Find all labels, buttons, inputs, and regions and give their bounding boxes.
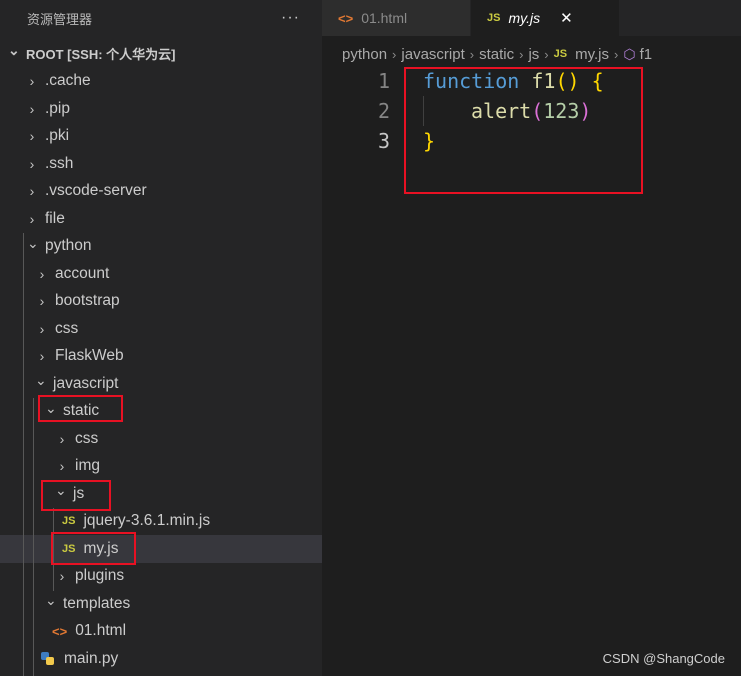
tree-item-label: css (55, 319, 79, 337)
chevron-right-icon: › (29, 183, 35, 200)
tree-item-label: .ssh (45, 154, 74, 172)
tree-item-label: .vscode-server (45, 182, 147, 200)
file-tree: ⌄ ROOT [SSH: 个人华为云] › .cache › .pip › .p… (0, 40, 322, 673)
tree-item-jquery[interactable]: JS jquery-3.6.1.min.js (0, 508, 322, 536)
chevron-down-icon: ⌄ (8, 42, 20, 59)
tree-item-ssh[interactable]: › .ssh (0, 150, 322, 178)
chevron-right-icon: › (39, 293, 45, 310)
editor-tabs: <> 01.html JS my.js ✕ (322, 0, 741, 36)
js-file-icon: JS (487, 12, 501, 24)
tree-item-plugins[interactable]: › plugins (0, 563, 322, 591)
tree-item-javascript[interactable]: ⌄ javascript (0, 370, 322, 398)
chevron-right-icon: › (39, 320, 45, 337)
tree-item-pki[interactable]: › .pki (0, 123, 322, 151)
watermark: CSDN @ShangCode (602, 651, 725, 666)
line-number: 1 (377, 69, 390, 93)
tab-label: my.js (508, 10, 541, 26)
tree-item-css[interactable]: › css (0, 315, 322, 343)
tree-item-myjs[interactable]: JS my.js (0, 535, 322, 563)
chevron-right-icon: › (392, 46, 397, 62)
tree-root[interactable]: ⌄ ROOT [SSH: 个人华为云] (0, 40, 322, 68)
explorer-title: 资源管理器 (27, 11, 93, 27)
chevron-right-icon: › (59, 430, 65, 447)
more-actions-icon[interactable]: ··· (281, 9, 300, 27)
chevron-right-icon: › (519, 46, 524, 62)
tab-01-html[interactable]: <> 01.html (322, 0, 471, 36)
tree-item-pip[interactable]: › .pip (0, 95, 322, 123)
breadcrumb: python › javascript › static › js › JS m… (342, 44, 652, 64)
js-file-icon: JS (553, 48, 568, 60)
breadcrumb-item[interactable]: js (528, 46, 539, 63)
symbol-method-icon: ⬡ (623, 45, 636, 62)
explorer-header: 资源管理器 ··· (0, 0, 322, 36)
highlight-box-static (38, 395, 123, 422)
chevron-right-icon: › (29, 155, 35, 172)
breadcrumb-item[interactable]: static (479, 46, 514, 63)
tree-item-label: css (75, 429, 99, 447)
explorer-sidebar: 资源管理器 ··· ⌄ ROOT [SSH: 个人华为云] › .cache ›… (0, 0, 322, 676)
chevron-right-icon: › (39, 265, 45, 282)
chevron-down-icon: ⌄ (27, 234, 39, 251)
breadcrumb-item[interactable]: python (342, 46, 387, 63)
js-file-icon: JS (62, 515, 76, 528)
tree-item-file[interactable]: › file (0, 205, 322, 233)
highlight-box-myjs (51, 532, 136, 565)
breadcrumb-item[interactable]: f1 (640, 46, 653, 63)
highlight-box-js (41, 480, 111, 511)
tab-label: 01.html (361, 10, 408, 26)
tree-item-flaskweb[interactable]: › FlaskWeb (0, 343, 322, 371)
tree-item-mainpy[interactable]: main.py (0, 645, 322, 673)
tab-my-js[interactable]: JS my.js ✕ (471, 0, 620, 36)
chevron-right-icon: › (59, 458, 65, 475)
tree-item-label: FlaskWeb (55, 347, 124, 365)
chevron-right-icon: › (29, 73, 35, 90)
tree-item-label: .cache (45, 72, 91, 90)
tree-item-label: .pip (45, 99, 70, 117)
tree-item-01html[interactable]: <> 01.html (0, 618, 322, 646)
tree-item-python[interactable]: ⌄ python (0, 233, 322, 261)
html-file-icon: <> (52, 623, 68, 639)
tree-item-label: jquery-3.6.1.min.js (83, 512, 211, 530)
close-icon[interactable]: ✕ (560, 9, 573, 27)
breadcrumb-item[interactable]: javascript (401, 46, 464, 63)
line-number: 2 (377, 99, 390, 123)
indent-guide (23, 233, 24, 676)
chevron-right-icon: › (29, 210, 35, 227)
tree-item-bootstrap[interactable]: › bootstrap (0, 288, 322, 316)
tree-item-label: main.py (64, 649, 119, 667)
tree-item-label: python (45, 237, 92, 255)
chevron-right-icon: › (59, 568, 65, 585)
chevron-right-icon: › (29, 128, 35, 145)
tree-item-label: plugins (75, 567, 125, 585)
tree-item-account[interactable]: › account (0, 260, 322, 288)
line-number: 3 (377, 129, 390, 153)
tree-item-label: account (55, 264, 110, 282)
chevron-down-icon: ⌄ (35, 372, 47, 389)
tree-item-static-css[interactable]: › css (0, 425, 322, 453)
tree-item-label: javascript (53, 374, 119, 392)
tree-item-templates[interactable]: ⌄ templates (0, 590, 322, 618)
tree-item-label: bootstrap (55, 292, 120, 310)
chevron-right-icon: › (469, 46, 475, 62)
chevron-down-icon: ⌄ (45, 592, 57, 609)
root-label: ROOT [SSH: 个人华为云] (26, 47, 176, 63)
html-file-icon: <> (338, 10, 354, 26)
code-editor[interactable]: 1 2 3 function f1() { alert(123) } (322, 66, 741, 676)
chevron-right-icon: › (544, 46, 549, 62)
tree-item-label: 01.html (75, 622, 127, 640)
chevron-right-icon: › (29, 100, 35, 117)
indent-guide (33, 398, 34, 676)
tree-item-img[interactable]: › img (0, 453, 322, 481)
tree-item-vscode-server[interactable]: › .vscode-server (0, 178, 322, 206)
tree-item-label: file (45, 209, 65, 227)
tree-item-cache[interactable]: › .cache (0, 68, 322, 96)
breadcrumb-item[interactable]: my.js (575, 46, 609, 63)
tree-item-label: .pki (45, 127, 70, 145)
chevron-right-icon: › (39, 348, 45, 365)
python-file-icon (41, 652, 54, 666)
highlight-box-code (404, 67, 643, 194)
chevron-right-icon: › (614, 46, 619, 62)
tree-item-label: img (75, 457, 100, 475)
tree-item-label: templates (63, 594, 131, 612)
